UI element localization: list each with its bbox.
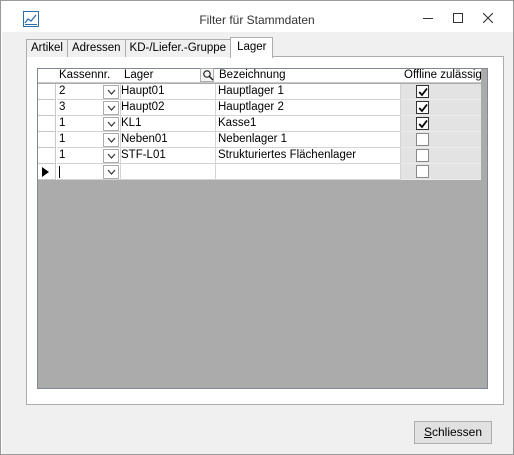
checkmark-icon	[418, 87, 428, 97]
kassennr-dropdown[interactable]	[103, 133, 119, 147]
chevron-down-icon	[107, 137, 116, 143]
offline-cell	[401, 132, 481, 148]
search-icon	[203, 70, 214, 81]
tab-lager[interactable]: Lager	[230, 37, 274, 58]
offline-checkbox[interactable]	[416, 101, 429, 114]
kassennr-dropdown[interactable]	[103, 101, 119, 115]
bezeichnung-cell[interactable]: Hauptlager 2	[216, 100, 401, 116]
offline-checkbox[interactable]	[416, 165, 429, 178]
row-selector[interactable]	[38, 100, 56, 116]
checkmark-icon	[418, 103, 428, 113]
column-header-offline[interactable]: Offline zulässig	[404, 68, 482, 83]
kassennr-dropdown[interactable]	[103, 149, 119, 163]
chevron-down-icon	[107, 169, 116, 175]
lager-search-button[interactable]	[200, 68, 214, 82]
row-selector[interactable]	[38, 84, 56, 100]
new-row[interactable]	[38, 164, 481, 180]
offline-cell	[401, 148, 481, 164]
offline-cell	[401, 100, 481, 116]
chevron-down-icon	[107, 153, 116, 159]
row-selector[interactable]	[38, 148, 56, 164]
table-row[interactable]: 1 Neben01 Nebenlager 1	[38, 132, 481, 148]
lager-cell[interactable]: Haupt02	[119, 100, 216, 116]
bezeichnung-cell[interactable]	[216, 164, 401, 180]
lager-cell[interactable]: Neben01	[119, 132, 216, 148]
bezeichnung-cell[interactable]: Nebenlager 1	[216, 132, 401, 148]
tab-kd-liefer-gruppe[interactable]: KD-/Liefer.-Gruppe	[124, 39, 232, 57]
offline-cell	[401, 116, 481, 132]
close-icon	[483, 13, 493, 23]
schliessen-button[interactable]: Schliessen	[414, 421, 492, 444]
offline-cell	[401, 84, 481, 100]
table-row[interactable]: 1 STF-L01 Strukturiertes Flächenlager	[38, 148, 481, 164]
maximize-button[interactable]	[443, 7, 473, 29]
title-bar[interactable]: Filter für Stammdaten	[1, 1, 513, 32]
offline-checkbox[interactable]	[416, 133, 429, 146]
table-row[interactable]: 2 Haupt01 Hauptlager 1	[38, 84, 481, 100]
bezeichnung-cell[interactable]: Hauptlager 1	[216, 84, 401, 100]
kassennr-dropdown[interactable]	[103, 117, 119, 131]
current-row-icon	[42, 167, 49, 177]
minimize-button[interactable]	[413, 7, 443, 29]
tab-adressen[interactable]: Adressen	[66, 39, 126, 57]
kassennr-dropdown[interactable]	[103, 165, 119, 179]
column-header-bezeichnung[interactable]: Bezeichnung	[219, 68, 286, 83]
tab-artikel[interactable]: Artikel	[26, 39, 68, 57]
offline-checkbox[interactable]	[416, 85, 429, 98]
bezeichnung-cell[interactable]: Strukturiertes Flächenlager	[216, 148, 401, 164]
chevron-down-icon	[107, 89, 116, 95]
minimize-icon	[423, 18, 433, 19]
bezeichnung-cell[interactable]: Kasse1	[216, 116, 401, 132]
row-selector[interactable]	[38, 164, 60, 180]
column-header-lager[interactable]: Lager	[124, 68, 153, 83]
lager-cell[interactable]: Haupt01	[119, 84, 216, 100]
close-window-button[interactable]	[473, 7, 503, 29]
lager-cell[interactable]: STF-L01	[119, 148, 216, 164]
offline-checkbox[interactable]	[416, 117, 429, 130]
checkmark-icon	[418, 119, 428, 129]
offline-cell	[401, 164, 481, 180]
chevron-down-icon	[107, 105, 116, 111]
table-row[interactable]: 1 KL1 Kasse1	[38, 116, 481, 132]
lager-cell[interactable]: KL1	[119, 116, 216, 132]
schliessen-mnemonic: S	[423, 425, 432, 439]
table-row[interactable]: 3 Haupt02 Hauptlager 2	[38, 100, 481, 116]
maximize-icon	[453, 13, 463, 23]
offline-checkbox[interactable]	[416, 149, 429, 162]
kassennr-dropdown[interactable]	[103, 85, 119, 99]
chevron-down-icon	[107, 121, 116, 127]
tab-strip: Artikel Adressen KD-/Liefer.-Gruppe Lage…	[26, 37, 274, 58]
row-selector[interactable]	[38, 116, 56, 132]
schliessen-label: chliessen	[431, 425, 483, 439]
lager-cell[interactable]	[119, 164, 216, 180]
dialog-window: Filter für Stammdaten Artikel Adressen K…	[0, 0, 514, 455]
row-selector[interactable]	[38, 132, 56, 148]
column-header-kassennr[interactable]: Kassennr.	[59, 68, 110, 83]
